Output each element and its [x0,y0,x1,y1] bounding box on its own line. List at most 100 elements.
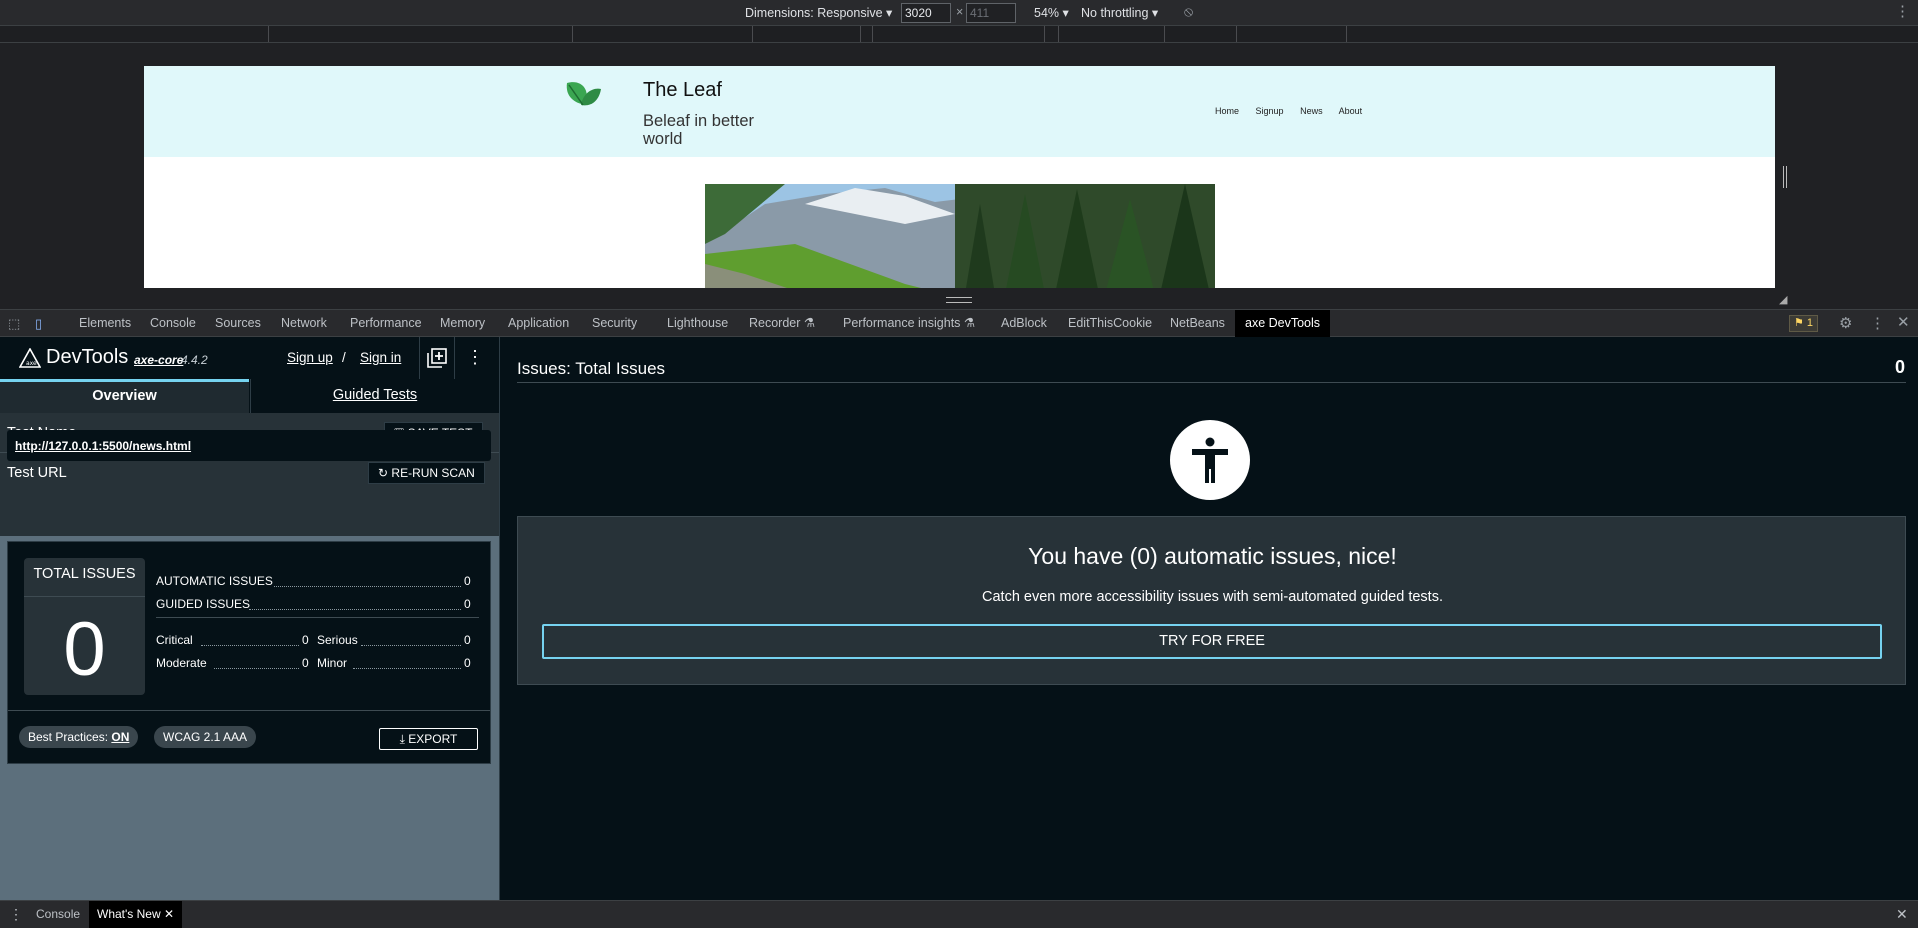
dot-leader [353,668,461,669]
axe-brand: DevTools [46,346,129,368]
minor-label: Minor [317,656,348,670]
divider [8,710,490,711]
divider [156,617,479,618]
tab-guided-tests[interactable]: Guided Tests [250,379,499,413]
total-issues-count: 0 [63,607,106,692]
close-devtools-icon[interactable]: ✕ [1897,313,1910,331]
export-button[interactable]: ⤓ EXPORT [379,728,478,750]
axe-tabs: Overview Guided Tests [0,379,499,413]
tab-recorder[interactable]: Recorder ⚗ [749,310,815,337]
close-drawer-icon[interactable]: ✕ [1896,901,1908,928]
throttling-dropdown[interactable]: No throttling ▾ [1081,5,1158,20]
critical-label: Critical [156,633,193,647]
drawer-menu-icon[interactable]: ⋮ [9,901,23,928]
tab-performance-insights[interactable]: Performance insights ⚗ [843,310,975,337]
axe-version: 4.4.2 [181,353,208,367]
no-issues-subtext: Catch even more accessibility issues wit… [982,589,1443,605]
nav-signup[interactable]: Signup [1256,106,1284,116]
accessibility-icon [1170,420,1250,500]
nav-home[interactable]: Home [1215,106,1239,116]
inspect-element-icon[interactable]: ⬚ [8,316,20,332]
tab-sources[interactable]: Sources [215,310,261,337]
times-sign: × [956,5,964,19]
hero-image [705,184,1215,288]
serious-label: Serious [317,633,358,647]
page-preview[interactable]: The Leaf Beleaf in better world Home Sig… [144,66,1775,288]
tab-security[interactable]: Security [592,310,637,337]
guided-issues-count: 0 [464,597,471,611]
nav-about[interactable]: About [1339,106,1363,116]
issues-title: Issues: Total Issues [517,359,666,378]
moderate-label: Moderate [156,656,207,670]
device-toolbar: Dimensions: Responsive ▾ 3020 × 411 54% … [0,0,1918,26]
flask-icon: ⚗ [963,316,976,330]
axe-core-link[interactable]: axe-core [134,353,183,367]
site-header: The Leaf Beleaf in better world Home Sig… [144,66,1775,157]
dot-leader [249,609,461,610]
tab-adblock[interactable]: AdBlock [1001,310,1047,337]
more-options-icon[interactable]: ⋮ [1870,314,1885,332]
tab-console[interactable]: Console [150,310,196,337]
add-box-icon [427,348,447,368]
moderate-count: 0 [302,656,309,670]
signin-link[interactable]: Sign in [360,350,401,365]
automatic-issues-label: AUTOMATIC ISSUES [156,574,273,588]
tab-editthiscookie[interactable]: EditThisCookie [1068,310,1152,337]
divider [517,382,1906,383]
site-nav: Home Signup News About [1215,106,1376,116]
tab-performance[interactable]: Performance [350,310,422,337]
svg-text:axe: axe [26,360,37,367]
automatic-issues-count: 0 [464,574,471,588]
test-url-link[interactable]: http://127.0.0.1:5500/news.html [7,430,491,461]
guided-issues-label: GUIDED ISSUES [156,597,251,611]
new-test-button[interactable] [419,337,455,379]
axe-logo-icon: axe [19,348,41,368]
dot-leader [274,586,461,587]
height-input[interactable]: 411 [966,3,1016,23]
dot-leader [201,645,299,646]
dot-leader [214,668,299,669]
bottom-resize-handle[interactable] [946,297,972,303]
minor-count: 0 [464,656,471,670]
auth-separator: / [342,350,346,365]
tab-axe-devtools[interactable]: axe DevTools [1235,310,1331,337]
best-practices-toggle[interactable]: Best Practices: ON [19,726,139,748]
signup-link[interactable]: Sign up [287,350,333,365]
right-resize-handle[interactable] [1783,166,1787,188]
tab-lighthouse[interactable]: Lighthouse [667,310,728,337]
tab-application[interactable]: Application [508,310,569,337]
settings-gear-icon[interactable]: ⚙ [1839,314,1852,332]
corner-resize-icon[interactable]: ◢ [1779,293,1787,306]
tab-elements[interactable]: Elements [79,310,131,337]
no-issues-heading: You have (0) automatic issues, nice! [1028,543,1397,569]
serious-count: 0 [464,633,471,647]
no-issues-callout: You have (0) automatic issues, nice! Cat… [517,516,1906,685]
issues-count: 0 [1894,357,1905,377]
rotate-icon[interactable]: ⦸ [1184,3,1193,20]
leaf-logo-icon [566,82,601,106]
media-query-ruler[interactable] [0,26,1918,43]
axe-menu-icon[interactable]: ⋮ [466,347,484,368]
tab-overview[interactable]: Overview [0,379,249,413]
tab-network[interactable]: Network [281,310,327,337]
more-options-icon[interactable]: ⋮ [1895,2,1910,20]
width-input[interactable]: 3020 [901,3,951,23]
flask-icon: ⚗ [803,316,816,330]
site-title: The Leaf [643,79,722,101]
issues-badge[interactable]: ⚑ 1 [1789,315,1819,332]
try-for-free-button[interactable]: TRY FOR FREE [542,624,1882,659]
device-toolbar-icon[interactable]: ▯ [35,316,42,332]
drawer-tab-whats-new[interactable]: What's New ✕ [89,901,183,928]
close-tab-icon[interactable]: ✕ [164,907,174,921]
dimensions-dropdown[interactable]: Dimensions: Responsive ▾ [745,5,892,20]
drawer-tab-console[interactable]: Console [36,901,80,928]
devtools-tab-strip: ⬚ ▯ Elements Console Sources Network Per… [0,309,1918,337]
tab-memory[interactable]: Memory [440,310,485,337]
site-tagline: Beleaf in better world [643,112,754,148]
zoom-dropdown[interactable]: 54% ▾ [1034,5,1069,20]
dot-leader [361,645,461,646]
nav-news[interactable]: News [1300,106,1323,116]
wcag-level-select[interactable]: WCAG 2.1 AAA [154,726,257,748]
rerun-scan-button[interactable]: ↻ RE-RUN SCAN [368,462,485,484]
tab-netbeans[interactable]: NetBeans [1170,310,1225,337]
